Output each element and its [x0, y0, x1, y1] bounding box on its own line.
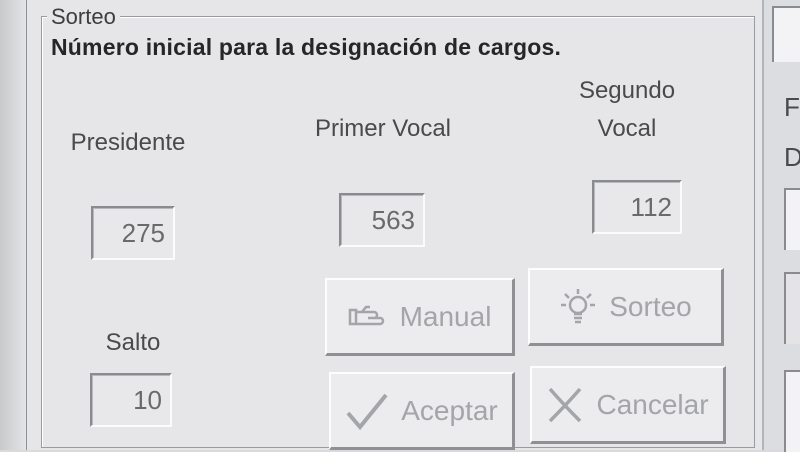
sorteo-button-label: Sorteo	[609, 290, 692, 322]
salto-field[interactable]: 10	[90, 373, 172, 427]
label-segundo-vocal-line1: Segundo	[578, 77, 676, 104]
right-panel: F D	[764, 0, 800, 452]
right-field-bottom[interactable]	[784, 370, 800, 452]
label-segundo-vocal: Segundo Vocal	[567, 76, 687, 144]
sorteo-button[interactable]: Sorteo	[528, 268, 724, 346]
label-segundo-vocal-line2: Vocal	[597, 115, 657, 142]
manual-button-label: Manual	[399, 300, 492, 332]
right-label-d: D	[784, 142, 800, 172]
heading-text: Número inicial para la designación de ca…	[51, 34, 562, 60]
right-field-middle[interactable]	[784, 188, 800, 250]
label-primer-vocal: Primer Vocal	[314, 115, 452, 142]
right-button-partial[interactable]	[784, 272, 800, 344]
presidente-field[interactable]: 275	[91, 206, 175, 260]
x-mark-icon	[546, 385, 584, 425]
window-left-edge	[0, 0, 27, 450]
aceptar-button[interactable]: Aceptar	[329, 372, 515, 450]
groupbox-title: Sorteo	[47, 4, 120, 30]
sorteo-window: Sorteo Número inicial para la designació…	[27, 0, 764, 450]
cancelar-button[interactable]: Cancelar	[530, 366, 726, 444]
right-label-f: F	[784, 92, 800, 122]
right-field-top[interactable]	[772, 6, 800, 62]
segundo-vocal-field[interactable]: 112	[592, 180, 682, 234]
lightbulb-icon	[559, 287, 597, 327]
label-salto: Salto	[105, 329, 161, 356]
checkmark-icon	[345, 391, 389, 431]
manual-button[interactable]: Manual	[325, 278, 515, 356]
primer-vocal-field[interactable]: 563	[339, 193, 425, 247]
label-presidente: Presidente	[70, 129, 186, 156]
aceptar-button-label: Aceptar	[401, 394, 498, 426]
pointing-hand-icon	[348, 304, 388, 330]
cancelar-button-label: Cancelar	[596, 388, 709, 420]
